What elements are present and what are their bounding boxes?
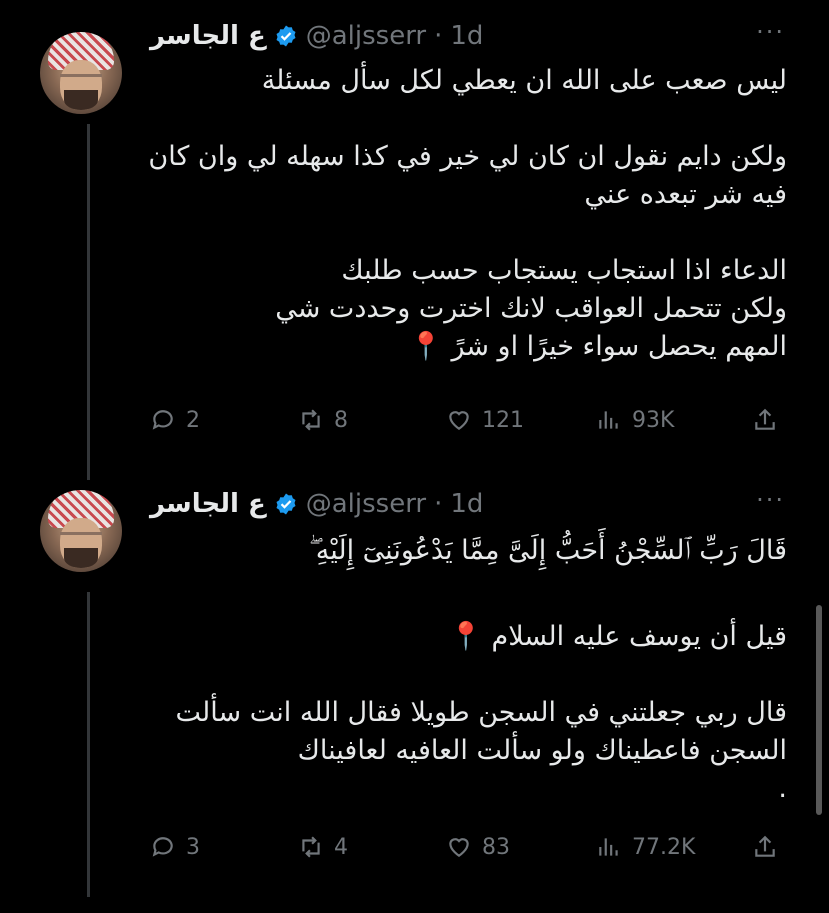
handle[interactable]: @aljsserr	[306, 489, 426, 519]
display-name[interactable]: ع الجاسر	[150, 21, 266, 51]
like-count: 83	[482, 834, 510, 860]
tweet-line	[147, 100, 787, 138]
avatar[interactable]	[40, 490, 122, 572]
tweet-line: ولكن دايم نقول ان كان لي خير في كذا سهله…	[148, 141, 787, 210]
verified-badge-icon	[276, 493, 296, 515]
tweet-line: الدعاء اذا استجاب يستجاب حسب طلبك	[341, 255, 787, 286]
tweet-header: ع الجاسر @aljsserr · 1d	[150, 16, 483, 56]
views-button[interactable]: 77.2K	[596, 827, 695, 867]
reply-icon	[152, 410, 173, 430]
repost-icon	[302, 409, 320, 431]
reply-count: 2	[186, 407, 200, 433]
tweet-actions: 3 4 83 77.2K	[150, 827, 790, 867]
tweet-line: قال ربي جعلتني في السجن طويلا فقال الله …	[175, 697, 787, 766]
like-count: 121	[482, 407, 524, 433]
more-options-button[interactable]: ···	[756, 486, 785, 514]
share-button[interactable]	[752, 400, 778, 440]
like-button[interactable]: 83	[446, 827, 510, 867]
avatar[interactable]	[40, 32, 122, 114]
tweet-line	[147, 214, 787, 252]
views-count: 77.2K	[632, 834, 696, 860]
repost-button[interactable]: 4	[298, 827, 348, 867]
tweet-line: قَالَ رَبِّ ٱلسِّجْنُ أَحَبُّ إِلَىَّ مِ…	[308, 535, 787, 566]
share-icon	[755, 408, 775, 430]
tweet-line: ليس صعب على الله ان يعطي لكل سأل مسئلة	[261, 65, 787, 96]
tweet-line	[147, 570, 787, 618]
tweet-header: ع الجاسر @aljsserr · 1d	[150, 484, 483, 524]
tweet-text: ليس صعب على الله ان يعطي لكل سأل مسئلة و…	[147, 62, 787, 366]
views-button[interactable]: 93K	[596, 400, 674, 440]
timestamp[interactable]: 1d	[450, 21, 483, 51]
heart-icon	[449, 411, 469, 430]
thread-line	[87, 592, 90, 897]
views-count: 93K	[632, 407, 675, 433]
reply-button[interactable]: 2	[150, 400, 200, 440]
repost-icon	[302, 836, 320, 858]
share-icon	[755, 835, 775, 857]
tweet-line: المهم يحصل سواء خيرًا او شرً 📍	[409, 331, 787, 362]
more-options-button[interactable]: ···	[756, 18, 785, 46]
reply-button[interactable]: 3	[150, 827, 200, 867]
scrollbar[interactable]	[816, 605, 822, 815]
verified-badge-icon	[276, 25, 296, 47]
display-name[interactable]: ع الجاسر	[150, 489, 266, 519]
repost-count: 8	[334, 407, 348, 433]
tweet-1[interactable]: ع الجاسر @aljsserr · 1d ··· ليس صعب على …	[0, 0, 829, 480]
separator-dot: ·	[434, 21, 443, 51]
timestamp[interactable]: 1d	[450, 489, 483, 519]
tweet-2[interactable]: ع الجاسر @aljsserr · 1d ··· قَالَ رَبِّ …	[0, 470, 829, 913]
thread-line	[87, 124, 90, 480]
tweet-line	[147, 656, 787, 694]
repost-button[interactable]: 8	[298, 400, 348, 440]
handle[interactable]: @aljsserr	[306, 21, 426, 51]
share-button[interactable]	[752, 827, 778, 867]
repost-count: 4	[334, 834, 348, 860]
reply-count: 3	[186, 834, 200, 860]
heart-icon	[449, 838, 469, 857]
tweet-text: قَالَ رَبِّ ٱلسِّجْنُ أَحَبُّ إِلَىَّ مِ…	[147, 532, 787, 808]
views-icon	[599, 411, 618, 429]
like-button[interactable]: 121	[446, 400, 524, 440]
tweet-line: .	[778, 773, 787, 804]
views-icon	[599, 838, 618, 856]
separator-dot: ·	[434, 489, 443, 519]
reply-icon	[152, 837, 173, 857]
tweet-actions: 2 8 121 93K	[150, 400, 790, 440]
tweet-line: قيل أن يوسف عليه السلام 📍	[449, 621, 787, 652]
tweet-line: ولكن تتحمل العواقب لانك اخترت وحددت شي	[275, 293, 787, 324]
